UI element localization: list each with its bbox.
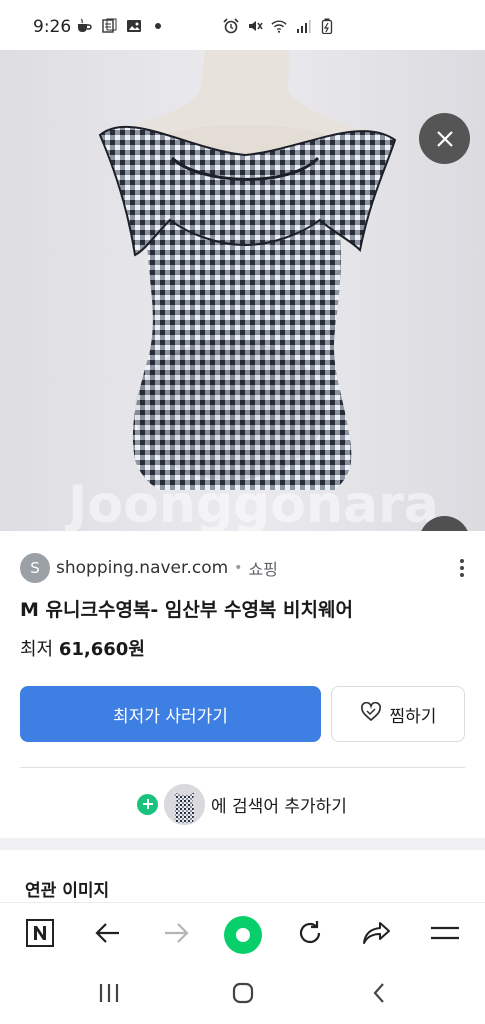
status-bar: 9:26 <box>0 0 485 50</box>
related-images-title: 연관 이미지 <box>25 881 110 901</box>
section-gap <box>0 838 485 850</box>
buy-lowest-price-button[interactable]: 최저가 사러가기 <box>20 686 321 742</box>
system-back-button[interactable] <box>362 978 396 1012</box>
battery-icon <box>319 18 335 34</box>
source-category: 쇼핑 <box>248 560 278 579</box>
system-navigation <box>0 964 485 1024</box>
product-image: Joonggonara <box>0 50 485 531</box>
price-value: 61,660원 <box>58 639 145 660</box>
image-viewer[interactable]: Joonggonara <box>0 50 485 531</box>
plus-icon <box>137 793 158 815</box>
green-dot-icon <box>224 916 262 954</box>
back-arrow-icon <box>95 922 121 948</box>
more-dot <box>460 573 464 577</box>
coffee-icon <box>76 18 92 34</box>
result-card: S shopping.naver.com • 쇼핑 M 유니크수영복- 임산부 … <box>0 531 485 838</box>
refresh-icon <box>296 919 324 951</box>
back-button[interactable] <box>88 915 128 955</box>
green-dot-button[interactable] <box>223 915 263 955</box>
recents-icon <box>97 982 121 1008</box>
source-avatar: S <box>20 553 50 583</box>
more-dot <box>460 559 464 563</box>
home-button[interactable] <box>226 978 260 1012</box>
status-left-icons <box>76 18 161 34</box>
menu-icon <box>430 923 460 947</box>
price-label: 최저 <box>20 639 54 660</box>
naver-home-icon <box>25 918 55 952</box>
back-icon <box>371 981 387 1009</box>
forward-button[interactable] <box>156 915 196 955</box>
dot-icon <box>155 23 161 29</box>
mute-icon <box>247 18 263 34</box>
share-icon <box>362 920 392 950</box>
price-row: 최저 61,660원 <box>20 635 145 661</box>
source-row[interactable]: S shopping.naver.com • 쇼핑 <box>20 553 278 583</box>
add-search-label: 에 검색어 추가하기 <box>211 796 347 817</box>
forward-arrow-icon <box>163 922 189 948</box>
heart-icon <box>360 701 382 727</box>
more-dot <box>460 566 464 570</box>
browser-toolbar <box>0 902 485 964</box>
source-domain[interactable]: shopping.naver.com <box>56 558 228 578</box>
menu-button[interactable] <box>425 915 465 955</box>
add-to-search-button[interactable]: 에 검색어 추가하기 <box>137 782 347 826</box>
refresh-button[interactable] <box>290 915 330 955</box>
notes-icon <box>101 18 117 34</box>
close-icon <box>435 129 455 149</box>
source-separator: • <box>234 560 243 576</box>
status-time: 9:26 <box>33 17 72 37</box>
watermark-text: Joonggonara <box>65 475 439 531</box>
product-title[interactable]: M 유니크수영복- 임산부 수영복 비치웨어 <box>20 595 353 622</box>
close-button[interactable] <box>419 113 470 164</box>
wish-label: 찜하기 <box>389 706 437 727</box>
alarm-icon <box>223 18 239 34</box>
naver-home-button[interactable] <box>20 915 60 955</box>
wifi-icon <box>271 18 287 34</box>
home-icon <box>231 981 255 1009</box>
more-options-button[interactable] <box>451 557 473 579</box>
related-images-section: 연관 이미지 <box>0 850 485 902</box>
share-button[interactable] <box>357 915 397 955</box>
gallery-icon <box>126 18 142 34</box>
recents-button[interactable] <box>92 978 126 1012</box>
divider <box>20 767 465 768</box>
search-thumbnail <box>164 783 205 825</box>
wish-button[interactable]: 찜하기 <box>331 686 465 742</box>
signal-icon <box>295 18 311 34</box>
status-right-icons <box>223 18 335 34</box>
